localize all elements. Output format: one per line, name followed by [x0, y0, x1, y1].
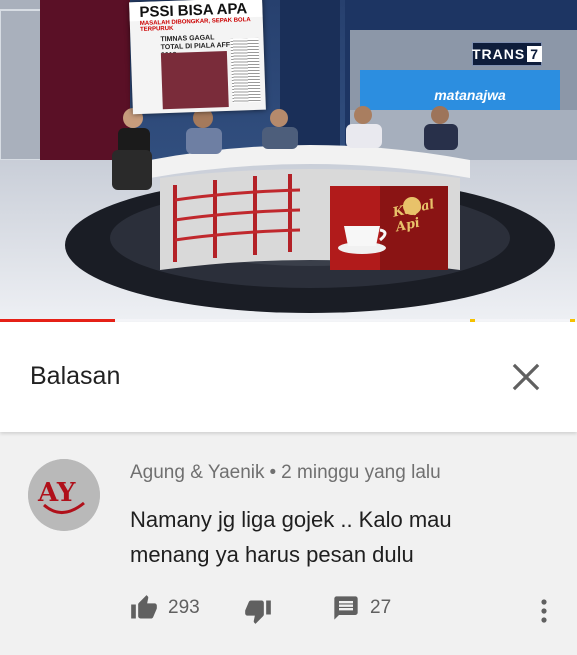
close-icon [512, 363, 540, 391]
reply-count: 27 [370, 597, 392, 618]
sponsor-poster: Kapal Api [330, 186, 448, 270]
reply-button[interactable]: 27 [332, 594, 391, 622]
more-options-button[interactable] [534, 596, 554, 626]
broadcaster-logo-number: 7 [527, 46, 543, 62]
newspaper-text-column [230, 37, 261, 103]
comment-text-line: menang ya harus pesan dulu [130, 542, 414, 567]
avatar-image: AY [28, 459, 100, 531]
comment-text-line: Namany jg liga gojek .. Kalo mau [130, 507, 452, 532]
like-count: 293 [168, 597, 200, 618]
video-player[interactable]: PSSI BISA APA MASALAH DIBONGKAR, SEPAK B… [0, 0, 577, 322]
dislike-button[interactable] [244, 597, 272, 625]
broadcaster-logo: TRANS 7 [471, 42, 543, 66]
broadcaster-logo-prefix: TRANS [471, 46, 526, 62]
avatar[interactable]: AY [28, 459, 100, 531]
newspaper-graphic: PSSI BISA APA MASALAH DIBONGKAR, SEPAK B… [129, 0, 266, 115]
studio-sign: matanajwa [434, 87, 506, 103]
comment-meta: Agung & Yaenik • 2 minggu yang lalu [130, 462, 441, 484]
comment-text: Namany jg liga gojek .. Kalo mau menang … [130, 502, 530, 572]
more-vertical-icon [541, 599, 547, 623]
thumbs-up-icon [131, 595, 157, 619]
reply-icon [334, 596, 358, 620]
replies-title: Balasan [30, 362, 121, 390]
newspaper-photo [160, 50, 229, 110]
close-button[interactable] [509, 360, 543, 394]
replies-header: Balasan [0, 322, 577, 432]
comment-author[interactable]: Agung & Yaenik [130, 462, 265, 483]
thumbs-down-icon [245, 600, 271, 624]
like-button[interactable]: 293 [130, 594, 200, 622]
avatar-initials: AY [37, 478, 76, 508]
comment-time: 2 minggu yang lalu [281, 462, 441, 483]
meta-separator: • [269, 462, 277, 483]
